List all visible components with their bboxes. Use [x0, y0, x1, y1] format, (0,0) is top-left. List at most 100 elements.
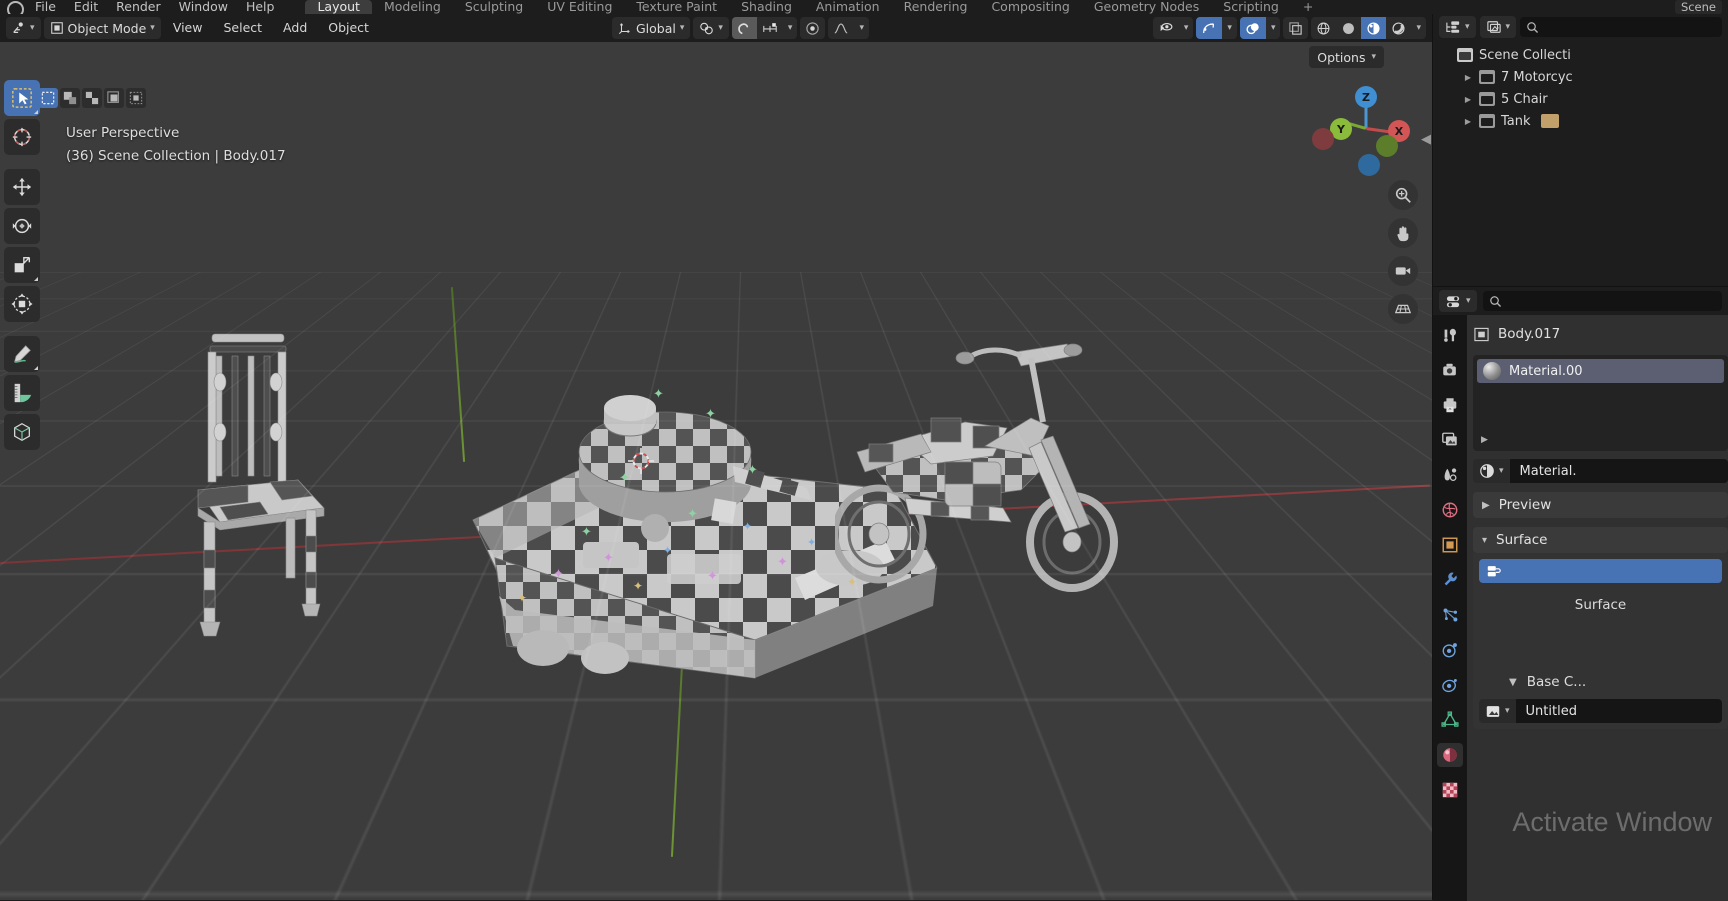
properties-tab-modifier[interactable] [1437, 568, 1463, 592]
viewport-menu-view[interactable]: View [164, 17, 212, 39]
workspace-tab-shading[interactable]: Shading [729, 0, 804, 14]
workspace-tab-texture-paint[interactable]: Texture Paint [624, 0, 729, 14]
shading-material-preview-button[interactable] [1361, 17, 1387, 39]
material-name-field[interactable]: Material. [1509, 459, 1728, 483]
camera-view-button[interactable] [1388, 256, 1418, 286]
shading-dropdown[interactable]: ▾ [1411, 17, 1426, 39]
proportional-falloff-button[interactable] [828, 17, 854, 39]
pan-button[interactable] [1388, 218, 1418, 248]
outliner-row-chair[interactable]: ▶ 5 Chair [1437, 88, 1728, 110]
pivot-point-selector[interactable]: ▾ [693, 17, 729, 39]
image-browse-button[interactable]: ▾ [1479, 699, 1516, 723]
editor-type-button[interactable]: ▾ [6, 17, 41, 39]
overlays-dropdown[interactable]: ▾ [1266, 17, 1281, 39]
gizmo-axis-neg-z[interactable] [1358, 154, 1380, 176]
workspace-tab-sculpting[interactable]: Sculpting [453, 0, 535, 14]
surface-shader-button[interactable] [1479, 559, 1722, 583]
menu-render[interactable]: Render [107, 0, 170, 14]
transform-orientation-selector[interactable]: Global ▾ [611, 17, 691, 39]
object-mode-selector[interactable]: Object Mode ▾ [43, 17, 161, 39]
sidebar-collapse-arrow[interactable]: ◀ [1420, 126, 1432, 152]
gizmo-toggle[interactable] [1196, 17, 1223, 39]
menu-file[interactable]: File [26, 0, 65, 14]
overlays-toggle[interactable] [1239, 17, 1266, 39]
panel-header-base-color[interactable]: ▼ Base C... [1479, 669, 1722, 695]
select-mode-extend[interactable] [82, 88, 102, 108]
viewport-menu-add[interactable]: Add [274, 17, 316, 39]
gizmo-axis-z[interactable]: Z [1355, 86, 1377, 108]
panel-header-surface[interactable]: ▾ Surface [1473, 527, 1728, 553]
panel-header-preview[interactable]: ▶ Preview [1473, 492, 1728, 518]
blender-logo-icon[interactable] [4, 0, 26, 14]
viewport-menu-object[interactable]: Object [319, 17, 378, 39]
visibility-button[interactable] [1153, 17, 1179, 39]
perspective-toggle-button[interactable] [1388, 294, 1418, 324]
properties-tab-output[interactable] [1437, 393, 1463, 417]
zoom-button[interactable] [1388, 180, 1418, 210]
properties-tab-object[interactable] [1437, 533, 1463, 557]
3d-viewport[interactable]: ✦ ✦ ✦ ✦ ✦ ✦ ✦ ✦ ✦ ✦ ✦ ✦ ✦ ✦ ✦ ✦ User Per… [0, 42, 1432, 900]
workspace-tab-rendering[interactable]: Rendering [892, 0, 980, 14]
snap-target-button[interactable] [757, 17, 783, 39]
menu-help[interactable]: Help [237, 0, 284, 14]
scene-selector[interactable]: Scene [1674, 0, 1722, 14]
outliner-display-mode-button[interactable]: ▾ [1439, 16, 1476, 38]
workspace-tab-scripting[interactable]: Scripting [1211, 0, 1291, 14]
gizmo-axis-neg-y[interactable] [1376, 135, 1398, 157]
properties-tab-tool[interactable] [1437, 323, 1463, 347]
expand-triangle-icon[interactable]: ▶ [1463, 95, 1473, 104]
outliner-row-scene-collection[interactable]: Scene Collecti [1437, 44, 1728, 66]
properties-tab-scene[interactable] [1437, 463, 1463, 487]
shading-rendered-button[interactable] [1386, 17, 1411, 39]
workspace-tab-animation[interactable]: Animation [804, 0, 892, 14]
expand-triangle-icon[interactable]: ▶ [1481, 435, 1488, 445]
outliner-row-tank[interactable]: ▶ Tank [1437, 110, 1728, 132]
outliner-search-input[interactable] [1520, 17, 1722, 37]
scale-tool-button[interactable] [4, 247, 40, 283]
measure-tool-button[interactable] [4, 375, 40, 411]
properties-tab-view-layer[interactable] [1437, 428, 1463, 452]
snap-dropdown[interactable]: ▾ [783, 17, 798, 39]
motorcycle-model[interactable] [835, 322, 1125, 632]
visibility-dropdown[interactable]: ▾ [1179, 17, 1194, 39]
properties-tab-physics[interactable] [1437, 638, 1463, 662]
workspace-tab-modeling[interactable]: Modeling [372, 0, 453, 14]
proportional-edit-toggle[interactable] [800, 17, 825, 39]
properties-tab-render[interactable] [1437, 358, 1463, 382]
viewport-menu-select[interactable]: Select [214, 17, 271, 39]
workspace-add-tab[interactable]: + [1291, 0, 1325, 14]
properties-tab-texture[interactable] [1437, 778, 1463, 802]
properties-tab-constraints[interactable] [1437, 673, 1463, 697]
properties-tab-particles[interactable] [1437, 603, 1463, 627]
properties-tab-data[interactable] [1437, 708, 1463, 732]
material-browse-button[interactable]: ▾ [1473, 459, 1510, 483]
workspace-tab-compositing[interactable]: Compositing [979, 0, 1081, 14]
gizmo-dropdown[interactable]: ▾ [1222, 17, 1237, 39]
menu-edit[interactable]: Edit [65, 0, 107, 14]
add-cube-tool-button[interactable] [4, 414, 40, 450]
move-tool-button[interactable] [4, 169, 40, 205]
shading-wireframe-button[interactable] [1311, 17, 1336, 39]
workspace-tab-geometry-nodes[interactable]: Geometry Nodes [1082, 0, 1211, 14]
expand-triangle-icon[interactable]: ▶ [1463, 73, 1473, 82]
properties-editor-type-button[interactable]: ▾ [1439, 290, 1477, 312]
outliner-filter-button[interactable]: ▾ [1479, 16, 1517, 38]
select-mode-subtract[interactable] [104, 88, 124, 108]
properties-tab-material[interactable] [1437, 743, 1463, 767]
select-mode-set[interactable] [60, 88, 80, 108]
rotate-tool-button[interactable] [4, 208, 40, 244]
annotate-tool-button[interactable] [4, 336, 40, 372]
workspace-tab-layout[interactable]: Layout [305, 0, 372, 14]
material-slot-item[interactable]: Material.00 [1477, 359, 1724, 383]
chair-model[interactable] [190, 322, 350, 652]
xray-toggle[interactable] [1283, 17, 1308, 39]
workspace-tab-uv-editing[interactable]: UV Editing [535, 0, 624, 14]
tweak-tool-button[interactable] [4, 80, 40, 116]
menu-window[interactable]: Window [170, 0, 237, 14]
outliner-row-motorcycle[interactable]: ▶ 7 Motorcyc [1437, 66, 1728, 88]
viewport-options-button[interactable]: Options ▾ [1309, 46, 1384, 68]
navigation-gizmo[interactable]: Z Y X [1312, 80, 1414, 176]
snap-toggle-button[interactable] [731, 17, 757, 39]
expand-triangle-icon[interactable]: ▶ [1463, 117, 1473, 126]
falloff-dropdown[interactable]: ▾ [854, 17, 869, 39]
